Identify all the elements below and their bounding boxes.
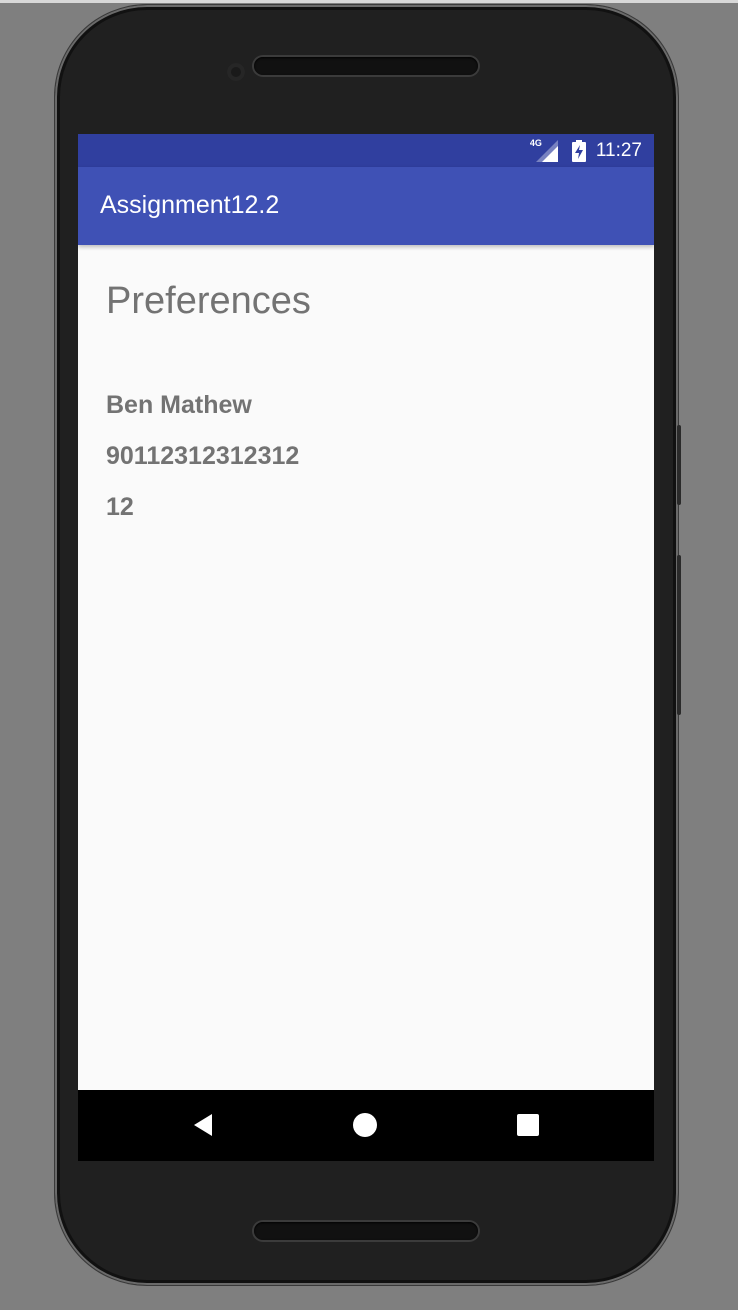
front-camera — [227, 63, 245, 81]
battery-icon — [571, 140, 586, 162]
pref-value-name: Ben Mathew — [106, 391, 252, 419]
recents-icon — [517, 1114, 539, 1136]
network-type-label: 4G — [529, 138, 542, 148]
signal-icon: 4G — [530, 138, 558, 162]
navigation-bar — [78, 1090, 654, 1161]
content-area: Preferences Ben Mathew 90112312312312 12 — [78, 245, 654, 1090]
device-screen: 4G 11:27 Assignment12.2 Preferences Ben … — [78, 134, 654, 1161]
back-icon — [194, 1114, 212, 1136]
pref-value-age: 12 — [106, 493, 134, 521]
app-bar: Assignment12.2 — [78, 167, 654, 245]
recents-button[interactable] — [513, 1110, 543, 1140]
top-border — [0, 0, 738, 3]
status-bar: 4G 11:27 — [78, 134, 654, 167]
bottom-speaker — [254, 1222, 478, 1240]
status-icons: 4G 11:27 — [530, 138, 642, 163]
back-button[interactable] — [188, 1110, 218, 1140]
home-button[interactable] — [350, 1110, 380, 1140]
app-title: Assignment12.2 — [100, 191, 280, 219]
pref-value-phone: 90112312312312 — [106, 442, 300, 470]
volume-button — [677, 555, 681, 715]
power-button — [677, 425, 681, 505]
preferences-heading: Preferences — [106, 280, 311, 322]
status-time: 11:27 — [595, 140, 642, 161]
home-icon — [353, 1113, 377, 1137]
top-speaker — [254, 57, 478, 75]
